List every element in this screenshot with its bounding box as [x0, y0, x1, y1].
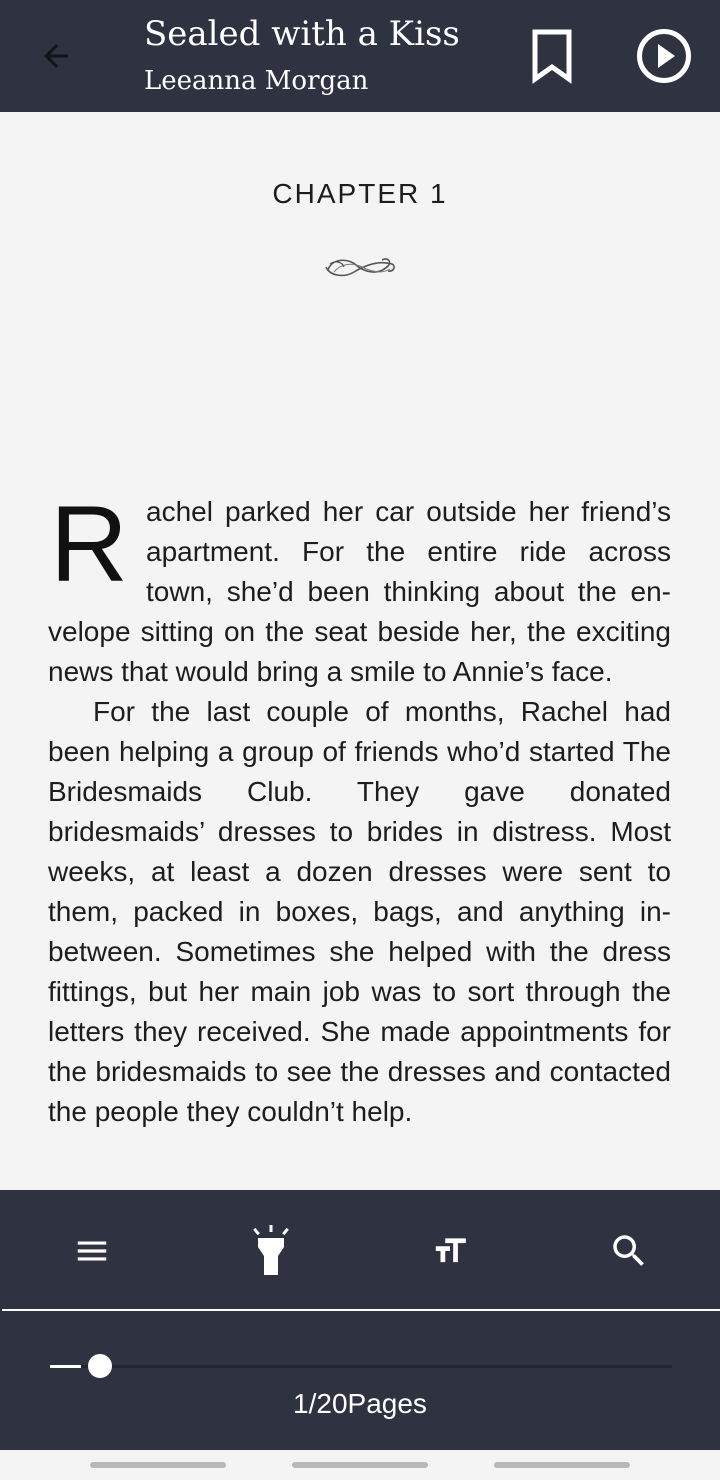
system-navigation-bar	[0, 1450, 720, 1480]
nav-handle[interactable]	[292, 1462, 428, 1468]
top-app-bar: Sealed with a Kiss Leeanna Morgan	[0, 0, 720, 112]
chapter-title: CHAPTER 1	[272, 178, 448, 209]
book-author: Leeanna Morgan	[144, 66, 369, 96]
reader-controls-panel: 1/20Pages	[0, 1190, 720, 1450]
drop-cap: R	[50, 483, 128, 604]
nav-handle[interactable]	[494, 1462, 630, 1468]
chapter-body-text: Rachel parked her car outside her friend…	[48, 483, 671, 1132]
bookmark-button[interactable]	[524, 28, 580, 84]
reader-page[interactable]: CHAPTER 1 Rachel parked her car outside …	[0, 112, 720, 1190]
nav-handle[interactable]	[90, 1462, 226, 1468]
reader-toolbar	[0, 1190, 720, 1310]
play-audio-button[interactable]	[634, 26, 694, 86]
brightness-button[interactable]	[236, 1216, 306, 1286]
menu-icon	[77, 1241, 107, 1261]
bookmark-outline-icon	[532, 29, 572, 84]
flourish-ornament-icon	[325, 258, 395, 277]
text-size-button[interactable]	[415, 1216, 485, 1286]
paragraph: Rachel parked her car outside her friend…	[48, 483, 671, 692]
search-icon	[613, 1235, 644, 1266]
toolbar-divider	[2, 1309, 720, 1311]
play-circle-icon	[637, 29, 691, 83]
text-size-icon	[435, 1238, 466, 1263]
search-button[interactable]	[594, 1216, 664, 1286]
paragraph: For the last couple of months, Rachel ha…	[48, 696, 671, 1127]
page-progress-slider[interactable]	[50, 1354, 672, 1378]
progress-thumb[interactable]	[88, 1354, 112, 1378]
flashlight-icon	[253, 1225, 289, 1275]
book-title: Sealed with a Kiss	[144, 14, 460, 54]
back-button[interactable]	[26, 30, 86, 82]
table-of-contents-button[interactable]	[57, 1216, 127, 1286]
paragraph-text: achel parked her car outside her friend’…	[48, 496, 671, 687]
arrow-left-icon	[44, 44, 68, 68]
progress-fill	[50, 1365, 81, 1368]
page-counter: 1/20Pages	[293, 1388, 427, 1419]
